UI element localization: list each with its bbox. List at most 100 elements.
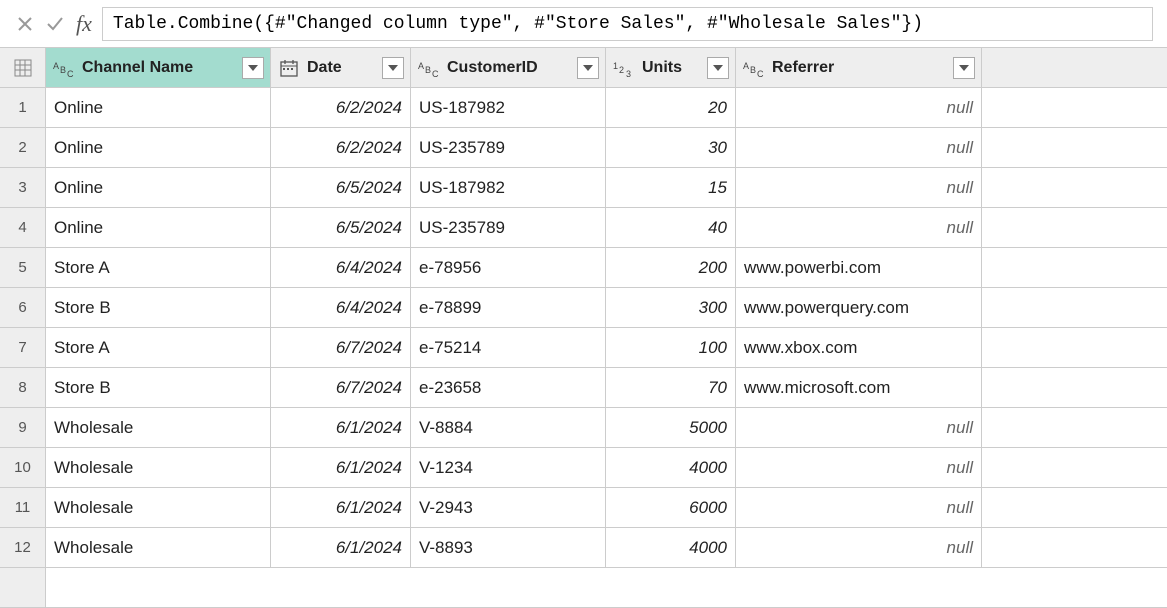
cell-units[interactable]: 20 [606, 88, 736, 127]
cell-customerid[interactable]: V-1234 [411, 448, 606, 487]
column-name-label: CustomerID [447, 59, 577, 77]
svg-text:1: 1 [613, 61, 618, 71]
cell-date[interactable]: 6/4/2024 [271, 288, 411, 327]
formula-input[interactable] [102, 7, 1153, 41]
row-number-cell[interactable]: 3 [0, 168, 46, 207]
cell-customerid[interactable]: e-23658 [411, 368, 606, 407]
cell-date[interactable]: 6/4/2024 [271, 248, 411, 287]
cell-customerid[interactable]: e-75214 [411, 328, 606, 367]
column-header-date[interactable]: Date [271, 48, 411, 87]
cell-customerid[interactable]: US-235789 [411, 208, 606, 247]
cell-customerid[interactable]: V-8893 [411, 528, 606, 567]
cell-units[interactable]: 40 [606, 208, 736, 247]
cell-channel-name[interactable]: Store A [46, 328, 271, 367]
cell-units[interactable]: 4000 [606, 448, 736, 487]
column-header-customerid[interactable]: ABC CustomerID [411, 48, 606, 87]
cell-customerid[interactable]: US-187982 [411, 88, 606, 127]
cell-channel-name[interactable]: Online [46, 128, 271, 167]
cell-channel-name[interactable]: Online [46, 88, 271, 127]
cell-referrer[interactable]: www.powerbi.com [736, 248, 982, 287]
cell-units[interactable]: 4000 [606, 528, 736, 567]
cell-channel-name[interactable]: Online [46, 168, 271, 207]
cell-customerid[interactable]: e-78899 [411, 288, 606, 327]
row-number-cell[interactable]: 2 [0, 128, 46, 167]
svg-text:2: 2 [619, 65, 624, 75]
cell-channel-name[interactable]: Wholesale [46, 448, 271, 487]
cell-referrer[interactable]: www.powerquery.com [736, 288, 982, 327]
fx-label[interactable]: fx [76, 11, 92, 37]
cell-date[interactable]: 6/2/2024 [271, 88, 411, 127]
cell-referrer[interactable]: null [736, 168, 982, 207]
cell-channel-name[interactable]: Wholesale [46, 488, 271, 527]
column-filter-dropdown[interactable] [707, 57, 729, 79]
row-number-cell[interactable]: 9 [0, 408, 46, 447]
column-name-label: Units [642, 59, 707, 77]
cell-customerid[interactable]: US-235789 [411, 128, 606, 167]
cell-channel-name[interactable]: Store A [46, 248, 271, 287]
cell-date[interactable]: 6/1/2024 [271, 408, 411, 447]
cell-referrer[interactable]: null [736, 88, 982, 127]
cell-date[interactable]: 6/7/2024 [271, 368, 411, 407]
cell-referrer[interactable]: www.xbox.com [736, 328, 982, 367]
table-row: 1Online6/2/2024US-18798220null [0, 88, 1167, 128]
row-number-cell[interactable]: 11 [0, 488, 46, 527]
cell-referrer[interactable]: null [736, 488, 982, 527]
table-row: 9Wholesale6/1/2024V-88845000null [0, 408, 1167, 448]
cell-date[interactable]: 6/1/2024 [271, 488, 411, 527]
row-number-cell[interactable]: 4 [0, 208, 46, 247]
cell-customerid[interactable]: V-2943 [411, 488, 606, 527]
cell-date[interactable]: 6/5/2024 [271, 168, 411, 207]
cell-date[interactable]: 6/1/2024 [271, 528, 411, 567]
cell-referrer[interactable]: null [736, 208, 982, 247]
cell-date[interactable]: 6/5/2024 [271, 208, 411, 247]
cell-referrer[interactable]: www.microsoft.com [736, 368, 982, 407]
cell-referrer[interactable]: null [736, 528, 982, 567]
column-filter-dropdown[interactable] [382, 57, 404, 79]
cell-channel-name[interactable]: Wholesale [46, 408, 271, 447]
cell-channel-name[interactable]: Store B [46, 368, 271, 407]
row-number-cell[interactable]: 8 [0, 368, 46, 407]
row-number-cell[interactable]: 10 [0, 448, 46, 487]
cell-units[interactable]: 70 [606, 368, 736, 407]
table-row: 6Store B6/4/2024e-78899300www.powerquery… [0, 288, 1167, 328]
column-header-channel-name[interactable]: ABC Channel Name [46, 48, 271, 87]
cell-date[interactable]: 6/7/2024 [271, 328, 411, 367]
svg-text:B: B [60, 65, 66, 75]
cell-units[interactable]: 30 [606, 128, 736, 167]
cell-customerid[interactable]: V-8884 [411, 408, 606, 447]
row-number-cell[interactable]: 1 [0, 88, 46, 127]
cell-channel-name[interactable]: Store B [46, 288, 271, 327]
table-row: 2Online6/2/2024US-23578930null [0, 128, 1167, 168]
cell-referrer[interactable]: null [736, 128, 982, 167]
cell-channel-name[interactable]: Online [46, 208, 271, 247]
cell-date[interactable]: 6/2/2024 [271, 128, 411, 167]
column-filter-dropdown[interactable] [242, 57, 264, 79]
cell-units[interactable]: 300 [606, 288, 736, 327]
select-all-corner[interactable] [0, 48, 46, 87]
cancel-formula-icon[interactable] [10, 0, 40, 48]
accept-formula-icon[interactable] [40, 0, 70, 48]
table-row: 7Store A6/7/2024e-75214100www.xbox.com [0, 328, 1167, 368]
cell-date[interactable]: 6/1/2024 [271, 448, 411, 487]
data-grid: ABC Channel Name Date ABC CustomerID [0, 48, 1167, 608]
cell-units[interactable]: 200 [606, 248, 736, 287]
table-row: 11Wholesale6/1/2024V-29436000null [0, 488, 1167, 528]
cell-units[interactable]: 100 [606, 328, 736, 367]
row-number-cell[interactable]: 6 [0, 288, 46, 327]
cell-units[interactable]: 6000 [606, 488, 736, 527]
column-header-referrer[interactable]: ABC Referrer [736, 48, 982, 87]
cell-units[interactable]: 15 [606, 168, 736, 207]
row-number-cell[interactable]: 5 [0, 248, 46, 287]
table-row: 12Wholesale6/1/2024V-88934000null [0, 528, 1167, 568]
cell-units[interactable]: 5000 [606, 408, 736, 447]
row-number-cell[interactable]: 7 [0, 328, 46, 367]
column-filter-dropdown[interactable] [953, 57, 975, 79]
cell-customerid[interactable]: e-78956 [411, 248, 606, 287]
column-filter-dropdown[interactable] [577, 57, 599, 79]
column-header-units[interactable]: 123 Units [606, 48, 736, 87]
cell-customerid[interactable]: US-187982 [411, 168, 606, 207]
cell-referrer[interactable]: null [736, 408, 982, 447]
cell-channel-name[interactable]: Wholesale [46, 528, 271, 567]
cell-referrer[interactable]: null [736, 448, 982, 487]
row-number-cell[interactable]: 12 [0, 528, 46, 567]
